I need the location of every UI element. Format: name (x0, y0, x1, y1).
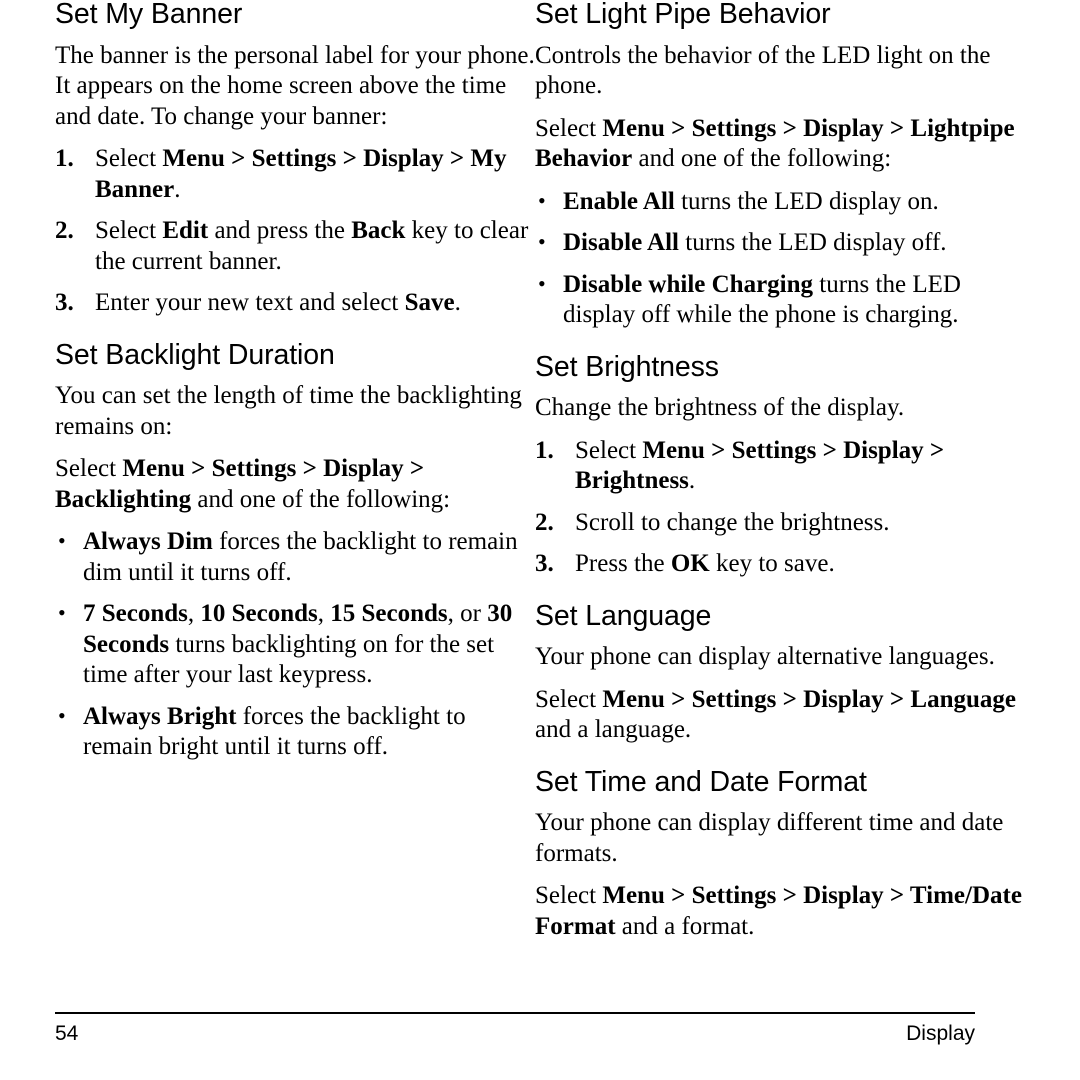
step-item: 3. Enter your new text and select Save. (55, 288, 535, 319)
bullet-item: • 7 Seconds, 10 Seconds, 15 Seconds, or 3… (55, 599, 535, 691)
bullet-dot-icon: • (538, 229, 546, 254)
bullet-dot-icon: • (58, 600, 66, 625)
section-heading: Set Brightness (535, 350, 719, 383)
footer-section-label: Display (906, 1022, 975, 1045)
bullet-item: • Enable All turns the LED display on. (535, 187, 1025, 218)
bullet-item: • Disable All turns the LED display off. (535, 228, 1025, 259)
menu-path-paragraph: Select Menu > Settings > Display > Backl… (55, 455, 451, 513)
page-footer: 54 Display (55, 1022, 975, 1046)
right-column: Set Light Pipe Behavior Controls the beha… (535, 0, 1025, 964)
doc-section: Set Backlight Duration You can set the le… (55, 338, 535, 763)
step-text: Enter your new text and select Save. (95, 289, 461, 316)
bullet-item: • Disable while Charging turns the LED di… (535, 270, 1025, 331)
section-intro-paragraph: Change the brightness of the display. (535, 394, 905, 421)
step-text: Select Edit and press the Back key to cl… (95, 217, 529, 275)
section-intro-paragraph: Your phone can display different time an… (535, 809, 1004, 867)
step-number: 2. (55, 217, 74, 244)
section-intro-paragraph: You can set the length of time the backl… (55, 382, 522, 440)
bullet-text: Enable All turns the LED display on. (563, 187, 939, 215)
section-intro-paragraph: Controls the behavior of the LED light o… (535, 41, 991, 100)
step-text: Select Menu > Settings > Display > My Ba… (95, 145, 507, 203)
manual-page: Set My Banner The banner is the personal … (0, 0, 1080, 1080)
menu-path-paragraph: Select Menu > Settings > Display > Time/… (535, 882, 1022, 940)
step-number: 1. (535, 436, 554, 464)
step-item: 2. Select Edit and press the Back key to … (55, 216, 535, 277)
section-intro-paragraph: Your phone can display alternative langu… (535, 643, 995, 670)
step-text: Press the OK key to save. (575, 550, 835, 577)
doc-section: Set Brightness Change the brightness of t… (535, 350, 1025, 580)
step-item: 3. Press the OK key to save. (535, 549, 1025, 580)
menu-path-paragraph: Select Menu > Settings > Display > Langu… (535, 685, 1016, 744)
doc-section: Set Time and Date Format Your phone can d… (535, 765, 1025, 943)
doc-section: Set Language Your phone can display alter… (535, 599, 1025, 746)
bullet-text: Disable All turns the LED display off. (563, 229, 947, 256)
left-column: Set My Banner The banner is the personal … (55, 0, 535, 964)
bullet-dot-icon: • (58, 702, 66, 728)
section-heading: Set Light Pipe Behavior (535, 0, 831, 30)
bullet-text: 7 Seconds, 10 Seconds, 15 Seconds, or 30… (83, 600, 513, 688)
numbered-step-list: 1. Select Menu > Settings > Display > My … (55, 144, 535, 319)
bullet-text: Disable while Charging turns the LED dis… (563, 270, 961, 329)
step-item: 1. Select Menu > Settings > Display > My … (55, 144, 535, 205)
footer-divider (55, 1012, 975, 1014)
section-heading: Set Language (535, 599, 712, 632)
bullet-dot-icon: • (538, 270, 546, 296)
step-number: 2. (535, 508, 554, 536)
bullet-list: • Enable All turns the LED display on. • Di… (535, 187, 1025, 331)
step-item: 1. Select Menu > Settings > Display > Bri… (535, 436, 1025, 497)
bullet-item: • Always Dim forces the backlight to rema… (55, 527, 535, 588)
bullet-dot-icon: • (58, 528, 66, 553)
step-item: 2. Scroll to change the brightness. (535, 508, 1025, 539)
page-number: 54 (55, 1022, 79, 1045)
bullet-text: Always Bright forces the backlight to re… (83, 702, 466, 761)
doc-section: Set Light Pipe Behavior Controls the beha… (535, 0, 1025, 331)
bullet-item: • Always Bright forces the backlight to r… (55, 702, 535, 763)
step-text: Select Menu > Settings > Display > Brigh… (575, 436, 945, 495)
bullet-text: Always Dim forces the backlight to remai… (83, 528, 518, 586)
section-intro-paragraph: The banner is the personal label for you… (55, 41, 535, 130)
numbered-step-list: 1. Select Menu > Settings > Display > Bri… (535, 436, 1025, 580)
bullet-list: • Always Dim forces the backlight to rema… (55, 527, 535, 763)
section-heading: Set My Banner (55, 0, 243, 30)
step-text: Scroll to change the brightness. (575, 508, 890, 536)
doc-section: Set My Banner The banner is the personal … (55, 0, 535, 319)
section-heading: Set Time and Date Format (535, 765, 867, 798)
section-heading: Set Backlight Duration (55, 338, 335, 371)
step-number: 3. (55, 289, 74, 316)
menu-path-paragraph: Select Menu > Settings > Display > Light… (535, 114, 1015, 173)
two-column-layout: Set My Banner The banner is the personal … (0, 0, 1080, 964)
step-number: 1. (55, 145, 74, 172)
bullet-dot-icon: • (538, 187, 546, 213)
step-number: 3. (535, 550, 554, 577)
